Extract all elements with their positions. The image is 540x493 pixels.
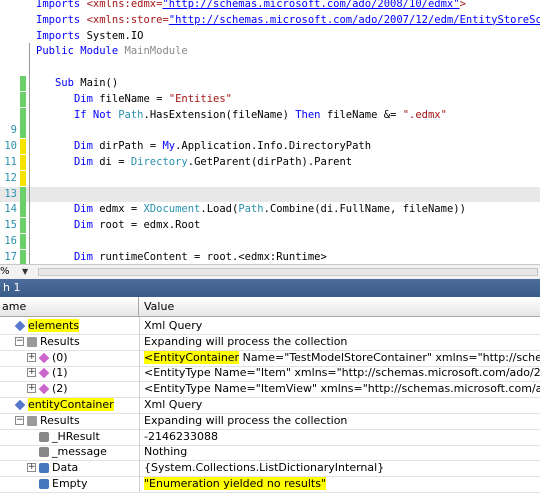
code-line[interactable]: Sub Main() (0, 75, 540, 92)
change-marker (20, 186, 26, 202)
line-number: 10 (4, 140, 17, 153)
code-text[interactable]: Public Module MainModule (36, 44, 188, 59)
lock-icon (39, 447, 49, 458)
zoom-level[interactable]: % (0, 265, 10, 279)
collapse-icon[interactable]: − (15, 415, 24, 425)
collapse-icon[interactable]: − (15, 336, 24, 346)
struct-icon (38, 368, 50, 379)
code-text[interactable]: Dim fileName = "Entities" (36, 92, 232, 107)
change-marker (20, 76, 26, 91)
outline-bar (29, 43, 30, 61)
code-text[interactable]: Dim di = Directory.GetParent(dirPath).Pa… (36, 155, 352, 170)
expand-icon[interactable]: + (27, 384, 36, 394)
expand-icon[interactable]: + (27, 463, 36, 473)
change-marker (20, 155, 26, 170)
lock-icon (39, 431, 49, 442)
change-marker (20, 107, 26, 123)
change-marker (20, 123, 26, 139)
watch-value[interactable]: "Enumeration yielded no results" (141, 475, 326, 492)
struct-icon (38, 383, 50, 395)
code-text[interactable]: Imports <xmlns:store="http://schemas.mic… (36, 13, 540, 28)
change-marker (20, 234, 26, 249)
outline-bar (29, 106, 30, 124)
code-text[interactable]: Dim root = edmx.Root (36, 218, 200, 233)
code-line[interactable]: 14 Dim edmx = XDocument.Load(Path.Combin… (0, 201, 540, 219)
code-text[interactable]: If Not Path.HasExtension(fileName) Then … (36, 108, 447, 123)
change-marker (20, 170, 26, 186)
code-line[interactable]: 13 (0, 185, 540, 203)
line-number: 11 (4, 156, 17, 168)
struct-icon (38, 352, 50, 363)
code-line[interactable]: Dim fileName = "Entities" (0, 90, 540, 108)
code-text[interactable]: Dim dirPath = My.Application.Info.Direct… (36, 139, 371, 154)
line-number: 17 (4, 250, 17, 263)
change-marker (20, 91, 26, 107)
prop-icon (14, 320, 26, 332)
outline-bar (29, 185, 30, 203)
code-text[interactable]: Dim runtimeContent = root.<edmx:Runtime> (36, 250, 327, 264)
outline-bar (29, 233, 30, 250)
code-line[interactable]: 15 Dim root = edmx.Root (0, 217, 540, 235)
line-number: 9 (10, 124, 17, 137)
prop-icon (14, 399, 26, 411)
code-text[interactable]: Imports <xmlns:edmx="http://schemas.micr… (36, 0, 466, 12)
zoom-dropdown-icon[interactable]: ▼ (22, 265, 28, 279)
editor-status-bar: % ▼ (0, 264, 540, 279)
column-divider (139, 475, 140, 492)
code-line[interactable]: 12 (0, 169, 540, 187)
expand-icon[interactable]: + (27, 368, 36, 378)
line-number: 13 (4, 187, 17, 200)
name-column-header[interactable]: ame (0, 297, 139, 316)
code-text[interactable]: Dim edmx = XDocument.Load(Path.Combine(d… (36, 202, 466, 217)
horizontal-scrollbar[interactable] (38, 268, 538, 276)
change-marker (20, 139, 26, 155)
line-number: 12 (4, 171, 17, 184)
line-number: 14 (4, 203, 17, 216)
code-text[interactable]: Imports System.IO (36, 29, 143, 44)
outline-bar (29, 59, 30, 77)
code-line[interactable]: Imports <xmlns:store="http://schemas.mic… (0, 13, 540, 28)
outline-bar (29, 169, 30, 187)
outline-bar (29, 90, 30, 108)
line-number: 15 (4, 219, 17, 232)
outline-bar (29, 201, 30, 219)
code-line[interactable]: 17 Dim runtimeContent = root.<edmx:Runti… (0, 248, 540, 264)
watch-name[interactable]: Empty (52, 475, 87, 492)
watch-row[interactable]: Empty "Enumeration yielded no results" (0, 475, 540, 493)
change-marker (20, 249, 26, 264)
watch-window-title[interactable]: h 1 (0, 279, 540, 297)
view-icon (27, 336, 37, 347)
outline-bar (29, 217, 30, 235)
code-text[interactable]: Sub Main() (36, 76, 118, 91)
code-line[interactable]: Imports <xmlns:edmx="http://schemas.micr… (0, 0, 540, 12)
code-line[interactable]: Imports System.IO (0, 29, 540, 44)
outline-bar (29, 122, 30, 140)
change-marker (20, 202, 26, 218)
field-icon (39, 463, 49, 474)
outline-bar (29, 154, 30, 171)
change-marker (20, 218, 26, 234)
outline-bar (29, 75, 30, 92)
code-line[interactable]: Public Module MainModule (0, 43, 540, 61)
field-icon (39, 479, 49, 489)
outline-bar (29, 138, 30, 156)
code-line[interactable] (0, 59, 540, 77)
expand-icon[interactable]: + (27, 352, 36, 362)
code-line[interactable]: If Not Path.HasExtension(fileName) Then … (0, 106, 540, 124)
code-line[interactable]: 10 Dim dirPath = My.Application.Info.Dir… (0, 138, 540, 156)
code-line[interactable]: 9 (0, 122, 540, 140)
code-editor[interactable]: Imports <xmlns:edmx="http://schemas.micr… (0, 0, 540, 264)
code-line[interactable]: 16 (0, 233, 540, 250)
line-number: 16 (4, 235, 17, 247)
outline-bar (29, 248, 30, 264)
code-line[interactable]: 11 Dim di = Directory.GetParent(dirPath)… (0, 154, 540, 171)
watch-window: h 1 ame Value elements Xml Query − Results E… (0, 279, 540, 493)
watch-column-header: ame Value (0, 297, 540, 317)
view-icon (27, 415, 37, 426)
value-column-header[interactable]: Value (141, 297, 174, 316)
